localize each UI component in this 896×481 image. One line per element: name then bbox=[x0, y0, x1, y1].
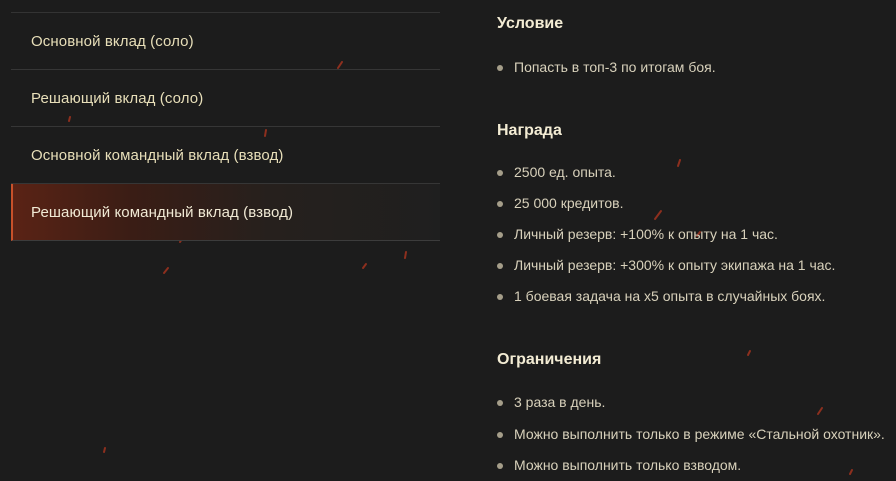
reward-item: 25 000 кредитов. bbox=[497, 195, 623, 211]
reward-title: Награда bbox=[497, 122, 562, 139]
tab-main-contribution-solo[interactable]: Основной вклад (соло) bbox=[11, 13, 440, 70]
tab-decisive-contribution-solo[interactable]: Решающий вклад (соло) bbox=[11, 70, 440, 127]
condition-title: Условие bbox=[497, 15, 564, 32]
tab-decisive-team-contribution-platoon[interactable]: Решающий командный вклад (взвод) bbox=[11, 184, 440, 241]
reward-item: Личный резерв: +100% к опыту на 1 час. bbox=[497, 226, 778, 242]
restrictions-title: Ограничения bbox=[497, 351, 602, 368]
condition-item: Попасть в топ-3 по итогам боя. bbox=[497, 59, 716, 75]
restriction-item: 3 раза в день. bbox=[497, 394, 605, 410]
reward-item: 2500 ед. опыта. bbox=[497, 164, 616, 180]
restriction-item: Можно выполнить только в режиме «Стально… bbox=[497, 426, 885, 442]
tab-label: Основной командный вклад (взвод) bbox=[31, 146, 284, 164]
restriction-item: Можно выполнить только взводом. bbox=[497, 457, 741, 473]
tab-label: Основной вклад (соло) bbox=[31, 32, 194, 50]
reward-item: 1 боевая задача на x5 опыта в случайных … bbox=[497, 288, 825, 304]
tab-main-team-contribution-platoon[interactable]: Основной командный вклад (взвод) bbox=[11, 127, 440, 184]
mission-tabs: Основной вклад (соло) Решающий вклад (со… bbox=[11, 12, 440, 241]
reward-item: Личный резерв: +300% к опыту экипажа на … bbox=[497, 257, 835, 273]
tab-label: Решающий вклад (соло) bbox=[31, 89, 204, 107]
tab-label: Решающий командный вклад (взвод) bbox=[31, 203, 294, 221]
